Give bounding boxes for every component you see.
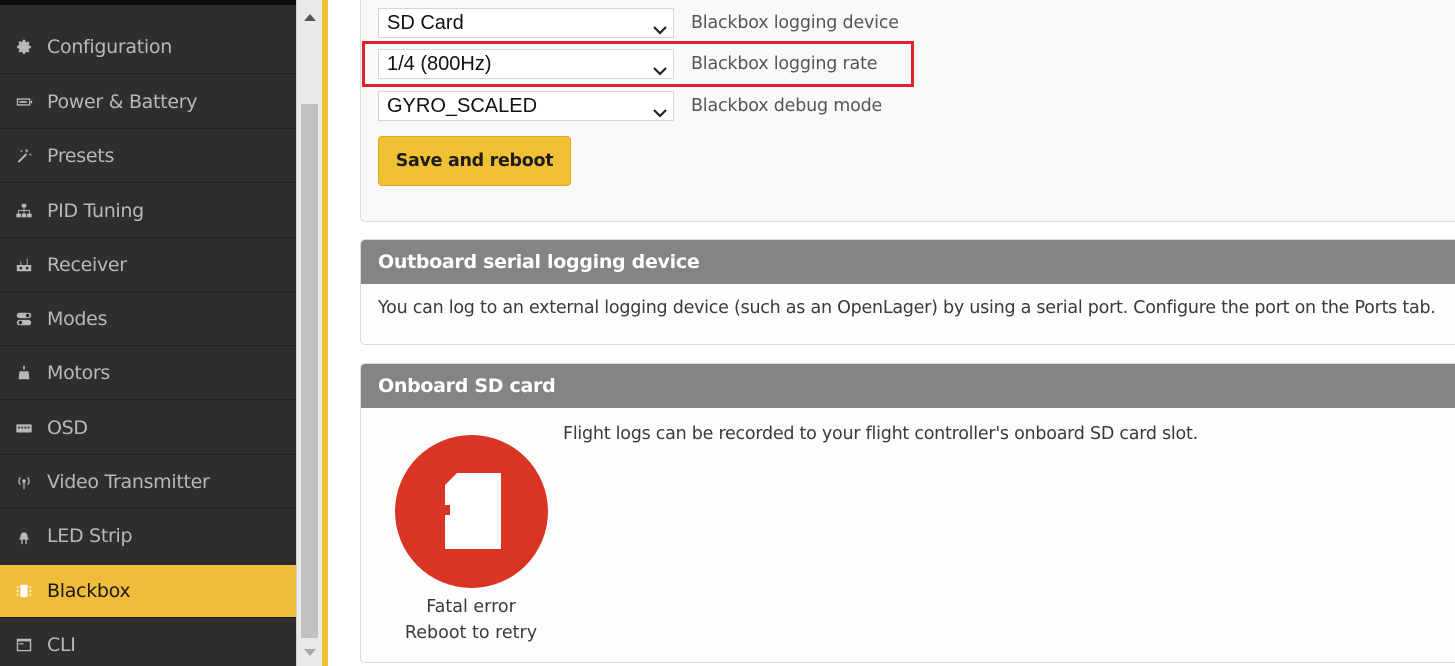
sidebar-item-power-battery[interactable]: Power & Battery: [0, 76, 296, 129]
led-icon: [13, 525, 35, 547]
chevron-down-icon: [653, 18, 667, 35]
logging-device-label: Blackbox logging device: [691, 13, 899, 33]
sidebar-item-pid-tuning[interactable]: PID Tuning: [0, 185, 296, 238]
debug-mode-label: Blackbox debug mode: [691, 96, 883, 116]
logging-device-value: SD Card: [387, 11, 464, 34]
sidebar-item-blackbox[interactable]: Blackbox: [0, 565, 296, 618]
sidebar-item-presets[interactable]: Presets: [0, 130, 296, 183]
sidebar-item-led-strip[interactable]: LED Strip: [0, 510, 296, 563]
onboard-panel-title: Onboard SD card: [361, 364, 1455, 408]
sidebar-item-video-transmitter[interactable]: Video Transmitter: [0, 456, 296, 509]
scroll-down-arrow-icon[interactable]: [304, 649, 316, 656]
scroll-up-arrow-icon[interactable]: [304, 14, 316, 21]
debug-mode-select[interactable]: GYRO_SCALED: [378, 91, 674, 121]
sidebar-item-label: Receiver: [47, 254, 127, 276]
logging-device-select[interactable]: SD Card: [378, 8, 674, 38]
debug-mode-row: GYRO_SCALED Blackbox debug mode: [378, 90, 882, 122]
sidebar-item-label: PID Tuning: [47, 200, 144, 222]
motor-icon: [13, 362, 35, 384]
sidebar-item-label: LED Strip: [47, 525, 133, 547]
chevron-down-icon: [653, 101, 667, 118]
sidebar-item-cli[interactable]: CLI: [0, 619, 296, 666]
outboard-panel-text: You can log to an external logging devic…: [378, 298, 1436, 318]
sidebar-item-osd[interactable]: OSD: [0, 402, 296, 455]
save-and-reboot-button[interactable]: Save and reboot: [378, 136, 571, 186]
debug-mode-value: GYRO_SCALED: [387, 94, 538, 117]
magic-wand-icon: [13, 145, 35, 167]
sidebar-item-label: Motors: [47, 362, 111, 384]
sidebar-item-configuration[interactable]: Configuration: [0, 21, 296, 74]
outboard-logging-panel: Outboard serial logging device You can l…: [360, 239, 1455, 345]
sitemap-icon: [13, 200, 35, 222]
sidebar-item-label: CLI: [47, 634, 76, 656]
broadcast-icon: [13, 471, 35, 493]
onboard-sd-panel: Onboard SD card Flight logs can be recor…: [360, 363, 1455, 663]
receiver-icon: [13, 254, 35, 276]
gear-icon: [13, 36, 35, 58]
sidebar-item-motors[interactable]: Motors: [0, 347, 296, 400]
sd-card-icon: [445, 473, 501, 549]
sd-status-line1: Fatal error: [426, 597, 516, 617]
sidebar-item-label: Configuration: [47, 36, 172, 58]
sd-card-status-indicator: [395, 435, 548, 588]
outboard-panel-title: Outboard serial logging device: [361, 240, 1455, 284]
sidebar-item-label: Video Transmitter: [47, 471, 210, 493]
highlight-annotation-box: [362, 41, 914, 87]
onboard-panel-text: Flight logs can be recorded to your flig…: [563, 424, 1198, 444]
sidebar-item-label: Blackbox: [47, 580, 131, 602]
terminal-icon: [13, 634, 35, 656]
sidebar-item-label: OSD: [47, 417, 88, 439]
osd-icon: [13, 417, 35, 439]
scroll-thumb[interactable]: [301, 104, 318, 638]
logging-device-row: SD Card Blackbox logging device: [378, 7, 899, 39]
sidebar-scrollbar[interactable]: [296, 0, 322, 666]
sidebar-item-label: Modes: [47, 308, 108, 330]
sidebar-item-label: Power & Battery: [47, 91, 198, 113]
blackbox-icon: [13, 580, 35, 602]
sd-status-line2: Reboot to retry: [404, 623, 538, 643]
battery-icon: [13, 91, 35, 113]
sidebar: Configuration Power & Battery Presets PI…: [0, 0, 296, 666]
sidebar-item-label: Presets: [47, 145, 115, 167]
toggle-icon: [13, 308, 35, 330]
sidebar-item-receiver[interactable]: Receiver: [0, 239, 296, 292]
sidebar-item-modes[interactable]: Modes: [0, 293, 296, 346]
